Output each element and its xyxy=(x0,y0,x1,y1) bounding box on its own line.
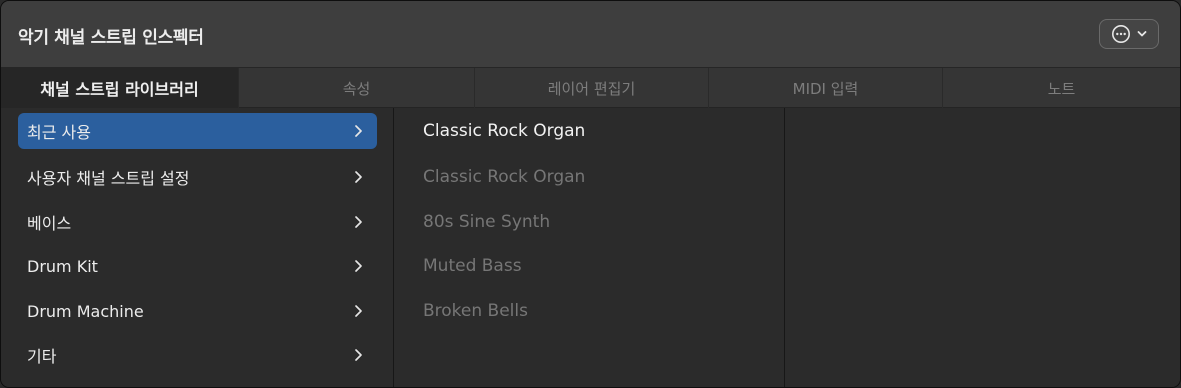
category-label: 베이스 xyxy=(27,214,72,233)
tab-midi-input[interactable]: MIDI 입력 xyxy=(708,68,942,108)
category-item-drum-kit[interactable]: Drum Kit xyxy=(18,248,377,284)
tab-notes[interactable]: 노트 xyxy=(942,68,1180,108)
category-column: 최근 사용 사용자 채널 스트립 설정 베이스 Drum Kit Drum Ma… xyxy=(1,108,394,387)
tab-layer-editor[interactable]: 레이어 편집기 xyxy=(474,68,708,108)
category-label: 기타 xyxy=(27,347,57,366)
category-item-bass[interactable]: 베이스 xyxy=(18,204,377,240)
category-item-user-settings[interactable]: 사용자 채널 스트립 설정 xyxy=(18,159,377,195)
tab-attributes[interactable]: 속성 xyxy=(238,68,474,108)
title-bar: 악기 채널 스트립 인스펙터 xyxy=(1,1,1180,67)
patch-item[interactable]: 80s Sine Synth xyxy=(423,204,550,240)
channel-strip-inspector-window: 악기 채널 스트립 인스펙터 채널 스트립 라이브러리 속성 레이어 편집기 M… xyxy=(0,0,1181,388)
inspector-tab-bar: 채널 스트립 라이브러리 속성 레이어 편집기 MIDI 입력 노트 xyxy=(1,67,1180,108)
chevron-right-icon xyxy=(354,204,363,240)
category-label: 최근 사용 xyxy=(27,123,91,142)
tab-channel-strip-library[interactable]: 채널 스트립 라이브러리 xyxy=(1,68,238,108)
category-label: Drum Kit xyxy=(27,256,98,276)
window-title: 악기 채널 스트립 인스펙터 xyxy=(18,28,204,48)
category-item-other[interactable]: 기타 xyxy=(18,337,377,373)
chevron-right-icon xyxy=(354,248,363,284)
category-item-recent[interactable]: 최근 사용 xyxy=(18,113,377,149)
detail-column xyxy=(785,108,1180,387)
patch-item[interactable]: Classic Rock Organ xyxy=(423,113,585,149)
chevron-down-icon xyxy=(1137,30,1147,38)
category-label: Drum Machine xyxy=(27,301,144,321)
action-menu-button[interactable] xyxy=(1099,19,1159,49)
chevron-right-icon xyxy=(354,159,363,195)
chevron-right-icon xyxy=(354,337,363,373)
chevron-right-icon xyxy=(354,293,363,329)
category-label: 사용자 채널 스트립 설정 xyxy=(27,169,190,188)
category-item-drum-machine[interactable]: Drum Machine xyxy=(18,293,377,329)
chevron-right-icon xyxy=(354,113,363,149)
patch-column: Classic Rock Organ Classic Rock Organ 80… xyxy=(394,108,785,387)
patch-item[interactable]: Muted Bass xyxy=(423,248,522,284)
patch-item[interactable]: Broken Bells xyxy=(423,293,528,329)
patch-item[interactable]: Classic Rock Organ xyxy=(423,159,585,195)
ellipsis-circle-icon xyxy=(1111,24,1131,44)
